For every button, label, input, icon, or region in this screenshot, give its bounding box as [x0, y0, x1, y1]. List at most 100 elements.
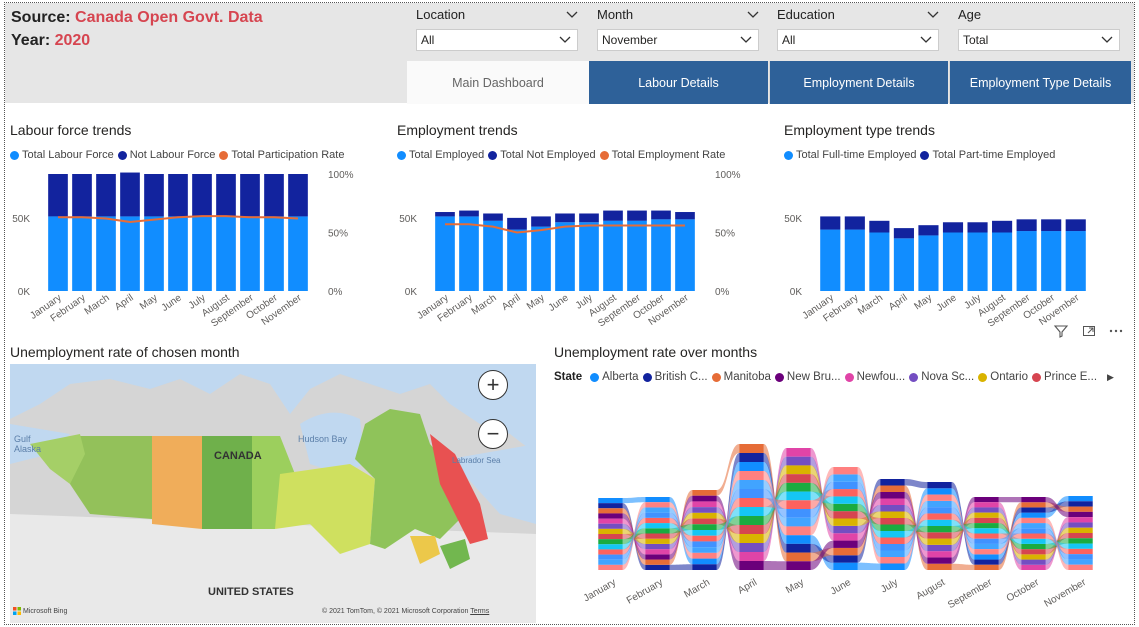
employment-chart[interactable]: 0K50K0%50%100%JanuaryFebruaryMarch April M… — [397, 164, 747, 334]
bar-total-labour-force — [48, 216, 68, 291]
employment-type-chart[interactable]: 0K50KJanuaryFebruaryMarch April May June Jul… — [784, 164, 1129, 334]
ribbon-segment — [739, 489, 764, 498]
ribbon-segment — [974, 507, 999, 513]
slicer-age[interactable]: Age Total — [958, 7, 1120, 51]
chevron-down-icon — [920, 36, 932, 43]
legend-labour: Total Labour Force Not Labour Force Tota… — [10, 149, 344, 161]
ribbon-segment — [833, 547, 858, 556]
ribbon-segment — [1021, 549, 1046, 555]
bar-not-labour-force — [48, 174, 68, 217]
legend-states: State Alberta British C... Manitoba New … — [554, 371, 1114, 383]
bar-total-employed — [555, 222, 575, 291]
ribbon-segment — [1068, 501, 1093, 507]
x-tick-label: March — [856, 292, 885, 317]
ribbon-segment — [786, 500, 811, 509]
chevron-down-icon[interactable] — [566, 11, 578, 19]
bar-not-labour-force — [288, 174, 308, 217]
filter-icon[interactable] — [1053, 323, 1069, 339]
y-tick-label: 50K — [784, 214, 802, 225]
ribbon-segment — [927, 551, 952, 558]
ribbon-segment — [739, 516, 764, 525]
ribbon-segment — [598, 523, 623, 529]
ribbon-segment — [974, 543, 999, 550]
slicer-month[interactable]: Month November — [597, 7, 759, 51]
terms-link[interactable]: Terms — [470, 608, 489, 615]
ribbon-segment — [598, 559, 623, 565]
bar-total-employed — [459, 216, 479, 291]
ribbon-segment — [598, 554, 623, 560]
bar-total-not-employed — [675, 212, 695, 220]
chart-title-labour: Labour force trends — [10, 122, 132, 138]
bar-not-labour-force — [144, 174, 164, 217]
slicer-month-dropdown[interactable]: November — [597, 29, 759, 51]
x-tick-label: May — [784, 577, 806, 596]
map-canvas[interactable] — [10, 364, 536, 623]
bar-not-labour-force — [96, 174, 116, 217]
x-tick-label: October — [1005, 577, 1042, 605]
tab-labour-details[interactable]: Labour Details — [589, 61, 768, 104]
ribbon-segment — [833, 503, 858, 512]
labour-force-chart[interactable]: 0K50K0%50%100%JanuaryFebruaryMarch April M… — [10, 164, 360, 334]
bar-total-not-employed — [507, 217, 527, 230]
more-options-icon[interactable] — [1108, 323, 1124, 339]
slicer-location-dropdown[interactable]: All — [416, 29, 578, 51]
bar-total-labour-force — [240, 216, 260, 291]
map-attribution: © 2021 TomTom, © 2021 Microsoft Corporat… — [322, 608, 490, 615]
zoom-out-button[interactable]: − — [478, 419, 508, 449]
bar-total-not-employed — [627, 210, 647, 221]
ribbon-segment — [598, 528, 623, 534]
map-label-gulf: Gulf Alaska — [14, 434, 42, 454]
ribbon-segment — [786, 526, 811, 536]
ribbon-segment — [1021, 533, 1046, 539]
bar-total-full-time-employed — [820, 229, 841, 291]
bar-total-labour-force — [288, 216, 308, 291]
bar-not-labour-force — [168, 174, 188, 217]
chevron-down-icon[interactable] — [747, 11, 759, 19]
x-tick-label: April — [113, 292, 136, 312]
map-title: Unemployment rate of chosen month — [10, 344, 240, 360]
chart-title-unemployment-months: Unemployment rate over months — [554, 344, 758, 360]
bar-total-employed — [651, 219, 671, 291]
ribbon-segment — [1068, 554, 1093, 560]
ribbon-segment — [974, 554, 999, 560]
bar-total-not-employed — [435, 212, 455, 217]
ribbon-segment — [1068, 517, 1093, 523]
chart-title-employment: Employment trends — [397, 122, 518, 138]
ribbon-segment — [1068, 564, 1093, 570]
legend-next-arrow-icon[interactable]: ▶ — [1107, 372, 1114, 383]
ribbon-segment — [692, 552, 717, 559]
ribbon-segment — [880, 511, 905, 518]
map-label-labrador: Labrador Sea — [452, 456, 501, 465]
bar-total-labour-force — [144, 216, 164, 291]
zoom-in-button[interactable]: + — [478, 370, 508, 400]
slicer-education-dropdown[interactable]: All — [777, 29, 939, 51]
ribbon-segment — [974, 512, 999, 518]
x-tick-label: November — [1043, 577, 1089, 610]
tab-main-dashboard[interactable]: Main Dashboard — [407, 61, 589, 104]
focus-mode-icon[interactable] — [1081, 323, 1097, 339]
slicer-age-dropdown[interactable]: Total — [958, 29, 1120, 51]
ribbon-segment — [645, 507, 670, 513]
ribbon-segment — [645, 497, 670, 503]
tab-employment-details[interactable]: Employment Details — [769, 61, 948, 104]
microsoft-logo-icon — [13, 607, 21, 615]
ribbon-connector — [904, 479, 928, 489]
unemployment-map[interactable]: Gulf Alaska Hudson Bay Labrador Sea CANA… — [10, 364, 536, 623]
ribbon-segment — [927, 500, 952, 508]
ribbon-segment — [645, 554, 670, 560]
bar-not-labour-force — [192, 174, 212, 217]
ribbon-segment — [880, 524, 905, 531]
bing-logo: Microsoft Bing — [13, 607, 67, 615]
ribbon-segment — [974, 538, 999, 544]
ribbon-segment — [880, 537, 905, 544]
chevron-down-icon[interactable] — [927, 11, 939, 19]
slicer-location[interactable]: Location All — [416, 7, 578, 51]
unemployment-ribbon-chart[interactable]: January February March April May June July Augu… — [552, 392, 1132, 622]
x-tick-label: May — [138, 292, 160, 312]
ribbon-segment — [786, 509, 811, 518]
ribbon-segment — [598, 503, 623, 509]
source-line: Source: Canada Open Govt. Data — [11, 9, 263, 26]
ribbon-segment — [786, 491, 811, 501]
tab-employment-type-details[interactable]: Employment Type Details — [949, 61, 1131, 104]
slicer-education[interactable]: Education All — [777, 7, 939, 51]
